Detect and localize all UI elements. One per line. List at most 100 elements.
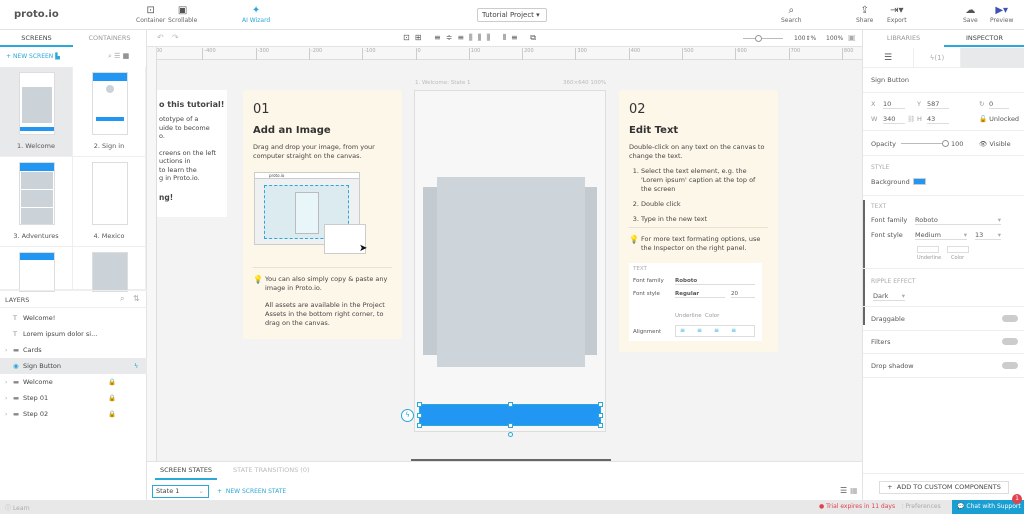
state-select[interactable]: State 1 ⌄ <box>152 485 209 498</box>
zoom-slider-handle[interactable] <box>755 35 762 42</box>
ai-wizard-button[interactable]: ✦ AI Wizard <box>242 5 270 24</box>
rotate-handle[interactable] <box>508 432 513 437</box>
search-icon[interactable]: ⌕ <box>108 52 112 60</box>
alignment-buttons[interactable]: ≡≡≡≡ <box>675 325 755 337</box>
lock-toggle[interactable]: 🔓 Unlocked <box>979 115 1019 123</box>
font-size-select[interactable]: 13 ▾ <box>975 231 1001 240</box>
screen-thumb-mexico[interactable]: 4. Mexico <box>73 157 146 247</box>
resize-handle[interactable] <box>598 402 603 407</box>
element-name[interactable]: Sign Button <box>871 76 909 84</box>
layer-item[interactable]: › ▬ Cards <box>0 342 147 358</box>
grid-view-icon[interactable]: ▦ <box>850 486 858 495</box>
x-field[interactable]: 10 <box>883 100 905 109</box>
underline-button[interactable] <box>917 246 939 253</box>
add-to-custom-components-button[interactable]: + ADD TO CUSTOM COMPONENTS <box>879 481 1009 494</box>
fit-icon[interactable]: ▣ <box>848 33 856 42</box>
search-icon[interactable]: ⌕ <box>120 294 124 304</box>
color-button[interactable] <box>947 246 969 253</box>
layer-label: Cards <box>23 346 42 354</box>
tip-text: You can also simply copy & paste any ima… <box>265 275 388 292</box>
layer-item[interactable]: T Lorem ipsum dolor si... <box>0 326 147 342</box>
phone-screen[interactable] <box>414 90 606 432</box>
screen-thumb[interactable] <box>73 247 146 292</box>
layer-item[interactable]: T Welcome! <box>0 310 147 326</box>
tab-screens[interactable]: SCREENS <box>0 30 73 47</box>
interactions-tab[interactable]: ϟ(1) <box>913 48 961 68</box>
undo-icon[interactable]: ↶ <box>157 33 164 42</box>
zoom-slider[interactable] <box>743 35 783 42</box>
expand-icon[interactable]: › <box>5 406 8 422</box>
link-icon[interactable]: ⛓ <box>907 115 915 123</box>
tab-state-transitions[interactable]: STATE TRANSITIONS (0) <box>233 462 310 479</box>
resize-handle[interactable] <box>417 423 422 428</box>
height-field[interactable]: 43 <box>927 115 949 124</box>
zoom-100-button[interactable]: 100% <box>826 35 843 42</box>
layer-item[interactable]: › ▬ Step 01 🔒 <box>0 390 147 406</box>
font-style-value: Regular <box>675 291 725 298</box>
filters-toggle[interactable] <box>1002 338 1018 345</box>
preview-button[interactable]: ▶▾ Preview <box>990 5 1013 24</box>
preferences-button[interactable]: ⫶ Preferences <box>902 503 941 511</box>
resize-handle[interactable] <box>598 413 603 418</box>
canvas-toolbar: ↶ ↷ ⊡⊞ ≡≑≡⫼⫼⫼ ⫴≡ ⧉ 100⇕% 100% ▣ <box>147 30 862 47</box>
learn-link[interactable]: ⓘ Learn <box>5 503 30 512</box>
lock-icon[interactable]: 🔒 <box>108 406 116 422</box>
tab-containers[interactable]: CONTAINERS <box>73 30 146 47</box>
draggable-toggle[interactable] <box>1002 315 1018 322</box>
grid-view-icon[interactable]: ▦ <box>123 52 130 60</box>
trial-notice[interactable]: ● Trial expires in 11 days <box>819 503 895 510</box>
save-button[interactable]: ☁ Save <box>963 5 978 24</box>
interaction-icon[interactable]: ϟ <box>134 358 138 374</box>
interaction-icon[interactable]: ϟ <box>401 409 414 422</box>
lock-icon[interactable]: 🔒 <box>108 374 116 390</box>
screen-thumb[interactable] <box>0 247 73 292</box>
font-family-select[interactable]: Roboto ▾ <box>915 216 1001 225</box>
export-button[interactable]: ⇥▾ Export <box>887 5 907 24</box>
opacity-slider[interactable] <box>901 140 949 147</box>
tab-screen-states[interactable]: SCREEN STATES <box>155 462 218 480</box>
width-field[interactable]: 340 <box>883 115 905 124</box>
visible-toggle[interactable]: 👁 Visible <box>979 140 1011 148</box>
tab-inspector[interactable]: INSPECTOR <box>944 30 1024 47</box>
opacity-field[interactable]: 100 <box>951 140 963 148</box>
scrollable-button[interactable]: ▣ Scrollable <box>168 5 197 24</box>
align-tools[interactable]: ⊡⊞ ≡≑≡⫼⫼⫼ ⫴≡ ⧉ <box>403 33 541 43</box>
layer-item[interactable]: ◉ Sign Button ϟ <box>0 358 147 374</box>
cards-front[interactable] <box>437 177 585 367</box>
expand-icon[interactable]: › <box>5 374 8 390</box>
rotation-field[interactable]: 0 <box>989 100 1009 109</box>
drop-shadow-toggle[interactable] <box>1002 362 1018 369</box>
layer-item[interactable]: › ▬ Step 02 🔒 <box>0 406 147 422</box>
resize-handle[interactable] <box>598 423 603 428</box>
list-view-icon[interactable]: ☰ <box>840 486 847 495</box>
container-button[interactable]: ⊡ Container <box>136 5 165 24</box>
ripple-select[interactable]: Dark ▾ <box>873 292 905 301</box>
y-field[interactable]: 587 <box>927 100 949 109</box>
resize-handle[interactable] <box>508 402 513 407</box>
search-button[interactable]: ⌕ Search <box>781 5 802 24</box>
new-screen-button[interactable]: + NEW SCREEN ▙ <box>6 53 60 60</box>
resize-handle[interactable] <box>417 402 422 407</box>
opacity-handle[interactable] <box>942 140 949 147</box>
new-screen-state-button[interactable]: + NEW SCREEN STATE <box>217 488 286 495</box>
expand-icon[interactable]: › <box>5 390 8 406</box>
zoom-input[interactable]: 100⇕% <box>794 35 816 42</box>
screen-thumb-sign-in[interactable]: 2. Sign in <box>73 67 146 157</box>
properties-tab[interactable]: ☰ <box>863 48 913 68</box>
lock-icon[interactable]: 🔒 <box>108 390 116 406</box>
ruler-tick: 300 <box>575 48 587 60</box>
font-style-select[interactable]: Medium ▾ <box>915 231 967 240</box>
share-button[interactable]: ⇪ Share <box>856 5 873 24</box>
background-color-swatch[interactable] <box>913 178 926 185</box>
list-view-icon[interactable]: ☰ <box>114 52 120 60</box>
project-dropdown[interactable]: Tutorial Project ▾ <box>477 8 547 22</box>
layer-item[interactable]: › ▬ Welcome 🔒 <box>0 374 147 390</box>
resize-handle[interactable] <box>508 423 513 428</box>
expand-icon[interactable]: › <box>5 342 8 358</box>
sort-icon[interactable]: ⇅ <box>133 294 140 303</box>
resize-handle[interactable] <box>417 413 422 418</box>
redo-icon[interactable]: ↷ <box>172 33 179 42</box>
screen-thumb-welcome[interactable]: 1. Welcome <box>0 67 73 157</box>
screen-thumb-adventures[interactable]: 3. Adventures <box>0 157 73 247</box>
tab-libraries[interactable]: LIBRARIES <box>863 30 944 47</box>
